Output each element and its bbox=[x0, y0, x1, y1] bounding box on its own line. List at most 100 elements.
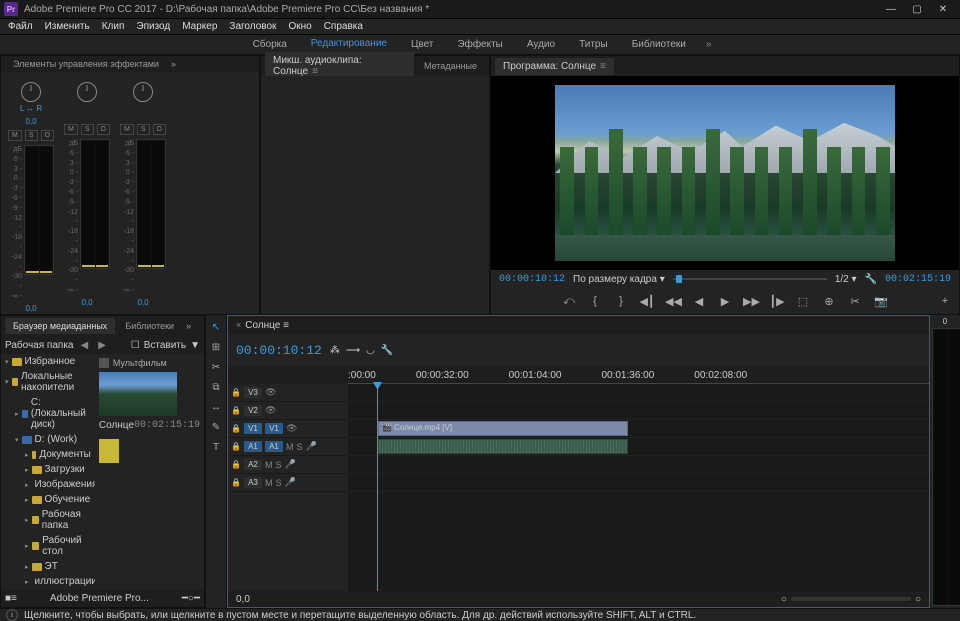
zoom-slider[interactable] bbox=[791, 597, 911, 601]
settings-icon[interactable]: 🔧 bbox=[381, 345, 393, 356]
mso-button[interactable]: M bbox=[8, 130, 22, 141]
tree-item[interactable]: ▸Документы bbox=[1, 447, 95, 462]
pan-knob[interactable] bbox=[133, 82, 153, 102]
mso-button[interactable]: O bbox=[153, 124, 166, 135]
zoom-in-icon[interactable]: ○ bbox=[915, 594, 921, 605]
timeline-ruler[interactable]: :00:0000:00:32:0000:01:04:0000:01:36:000… bbox=[228, 366, 929, 384]
timeline-timecode[interactable]: 00:00:10:12 bbox=[236, 343, 322, 358]
transport-btn-8[interactable]: ┃▶ bbox=[769, 295, 785, 308]
workspace-5[interactable]: Титры bbox=[567, 36, 620, 53]
lock-icon[interactable]: 🔒 bbox=[231, 406, 241, 415]
transport-btn-10[interactable]: ⊕ bbox=[821, 295, 837, 308]
sequence-tab[interactable]: Солнце ≡ bbox=[245, 320, 289, 331]
timeline-close-icon[interactable]: × bbox=[236, 320, 241, 330]
transport-btn-7[interactable]: ▶▶ bbox=[743, 295, 759, 308]
toggle-icon[interactable]: 👁 bbox=[265, 387, 276, 398]
panel-arrow[interactable]: » bbox=[184, 318, 193, 334]
snap-icon[interactable]: ⁂ bbox=[330, 345, 340, 356]
zoom-dropdown[interactable]: 1/2 ▾ bbox=[835, 274, 857, 285]
tree-item[interactable]: ▸иллюстрации bbox=[1, 574, 95, 589]
toggle-icon[interactable]: M bbox=[265, 478, 273, 488]
tree-item[interactable]: ▸Рабочий стол bbox=[1, 533, 95, 559]
transport-btn-12[interactable]: 📷 bbox=[873, 295, 889, 308]
menu-Эпизод[interactable]: Эпизод bbox=[130, 19, 176, 34]
timeline-tracks[interactable]: 🎬 Солнце.mp4 [V] bbox=[348, 384, 929, 591]
tool-3[interactable]: ⧉ bbox=[208, 379, 224, 395]
tree-item[interactable]: ▾Локальные накопители bbox=[1, 369, 95, 395]
workspace-4[interactable]: Аудио bbox=[515, 36, 567, 53]
tree-item[interactable]: ▸Изображения bbox=[1, 477, 95, 492]
track-header-A2[interactable]: 🔒A2MS🎤 bbox=[228, 456, 348, 474]
tree-item[interactable]: ▸Загрузки bbox=[1, 462, 95, 477]
browser-path[interactable]: Рабочая папка bbox=[5, 340, 73, 351]
toggle-icon[interactable]: M bbox=[265, 460, 273, 470]
tool-6[interactable]: T bbox=[208, 439, 224, 455]
note-icon[interactable] bbox=[99, 439, 119, 463]
fit-dropdown[interactable]: По размеру кадра ▾ bbox=[573, 274, 665, 285]
media-browser-tab[interactable]: Браузер медиаданных bbox=[5, 318, 115, 334]
workspace-6[interactable]: Библиотеки bbox=[620, 36, 698, 53]
transport-btn-1[interactable]: { bbox=[587, 295, 603, 307]
mso-button[interactable]: O bbox=[97, 124, 110, 135]
lock-icon[interactable]: 🔒 bbox=[231, 460, 241, 469]
transport-btn-2[interactable]: } bbox=[613, 295, 629, 307]
lock-icon[interactable]: 🔒 bbox=[231, 478, 241, 487]
settings-icon[interactable]: 🔧 bbox=[865, 274, 877, 285]
close-button[interactable]: ✕ bbox=[930, 0, 956, 18]
insert-checkbox-label[interactable]: Вставить bbox=[144, 340, 186, 351]
mso-button[interactable]: S bbox=[81, 124, 94, 135]
pan-knob[interactable] bbox=[21, 82, 41, 102]
workspace-2[interactable]: Цвет bbox=[399, 36, 445, 53]
track-header-V1[interactable]: 🔒V1V1👁 bbox=[228, 420, 348, 438]
libraries-tab[interactable]: Библиотеки bbox=[117, 318, 182, 334]
menu-Справка[interactable]: Справка bbox=[318, 19, 369, 34]
minimize-button[interactable]: — bbox=[878, 0, 904, 18]
panel-arrow[interactable]: » bbox=[169, 56, 178, 72]
transport-btn-11[interactable]: ✂ bbox=[847, 295, 863, 308]
program-scrubber[interactable] bbox=[673, 278, 827, 280]
tool-4[interactable]: ↔ bbox=[208, 399, 224, 415]
pan-knob[interactable] bbox=[77, 82, 97, 102]
mso-button[interactable]: S bbox=[25, 130, 38, 141]
menu-Заголовок[interactable]: Заголовок bbox=[223, 19, 282, 34]
clip-thumbnail[interactable] bbox=[99, 372, 177, 416]
program-video-area[interactable] bbox=[491, 76, 959, 270]
workspace-0[interactable]: Сборка bbox=[241, 36, 299, 53]
tool-2[interactable]: ✂ bbox=[208, 359, 224, 375]
program-tc-in[interactable]: 00:00:10:12 bbox=[499, 274, 565, 285]
transport-btn-4[interactable]: ◀◀ bbox=[665, 295, 681, 308]
mso-button[interactable]: M bbox=[120, 124, 134, 135]
lock-icon[interactable]: 🔒 bbox=[231, 442, 241, 451]
toggle-icon[interactable]: 👁 bbox=[265, 405, 276, 416]
track-header-V2[interactable]: 🔒V2👁 bbox=[228, 402, 348, 420]
tool-0[interactable]: ↖ bbox=[208, 319, 224, 335]
menu-Окно[interactable]: Окно bbox=[282, 19, 317, 34]
tree-item[interactable]: ▸C: (Локальный диск) bbox=[1, 395, 95, 432]
workspace-overflow[interactable]: » bbox=[698, 36, 720, 53]
menu-Клип[interactable]: Клип bbox=[96, 19, 131, 34]
transport-btn-9[interactable]: ⬚ bbox=[795, 295, 811, 308]
menu-Маркер[interactable]: Маркер bbox=[176, 19, 223, 34]
tree-item[interactable]: ▸Обучение bbox=[1, 492, 95, 507]
video-clip[interactable]: 🎬 Солнце.mp4 [V] bbox=[378, 421, 628, 436]
marker-icon[interactable]: ◡ bbox=[366, 345, 375, 356]
mso-button[interactable]: M bbox=[64, 124, 78, 135]
toggle-icon[interactable]: 👁 bbox=[286, 423, 297, 434]
tree-item[interactable]: ▾D: (Work) bbox=[1, 432, 95, 447]
lock-icon[interactable]: 🔒 bbox=[231, 388, 241, 397]
toggle-icon[interactable]: M bbox=[286, 442, 294, 452]
effect-controls-tab[interactable]: Элементы управления эффектами bbox=[5, 56, 167, 72]
tree-item[interactable]: ▸Рабочая папка bbox=[1, 507, 95, 533]
add-button[interactable]: + bbox=[937, 295, 953, 307]
workspace-3[interactable]: Эффекты bbox=[445, 36, 514, 53]
mso-button[interactable]: S bbox=[137, 124, 150, 135]
maximize-button[interactable]: ▢ bbox=[904, 0, 930, 18]
lock-icon[interactable]: 🔒 bbox=[231, 424, 241, 433]
transport-btn-6[interactable]: ▶ bbox=[717, 295, 733, 308]
transport-btn-3[interactable]: ◀┃ bbox=[639, 295, 655, 308]
playhead[interactable] bbox=[377, 384, 378, 591]
tree-item[interactable]: ▸ЭТ bbox=[1, 559, 95, 574]
back-button[interactable]: ◀ bbox=[77, 340, 91, 351]
program-tab[interactable]: Программа: Солнце≡ bbox=[495, 58, 614, 75]
track-header-A1[interactable]: 🔒A1A1MS🎤 bbox=[228, 438, 348, 456]
